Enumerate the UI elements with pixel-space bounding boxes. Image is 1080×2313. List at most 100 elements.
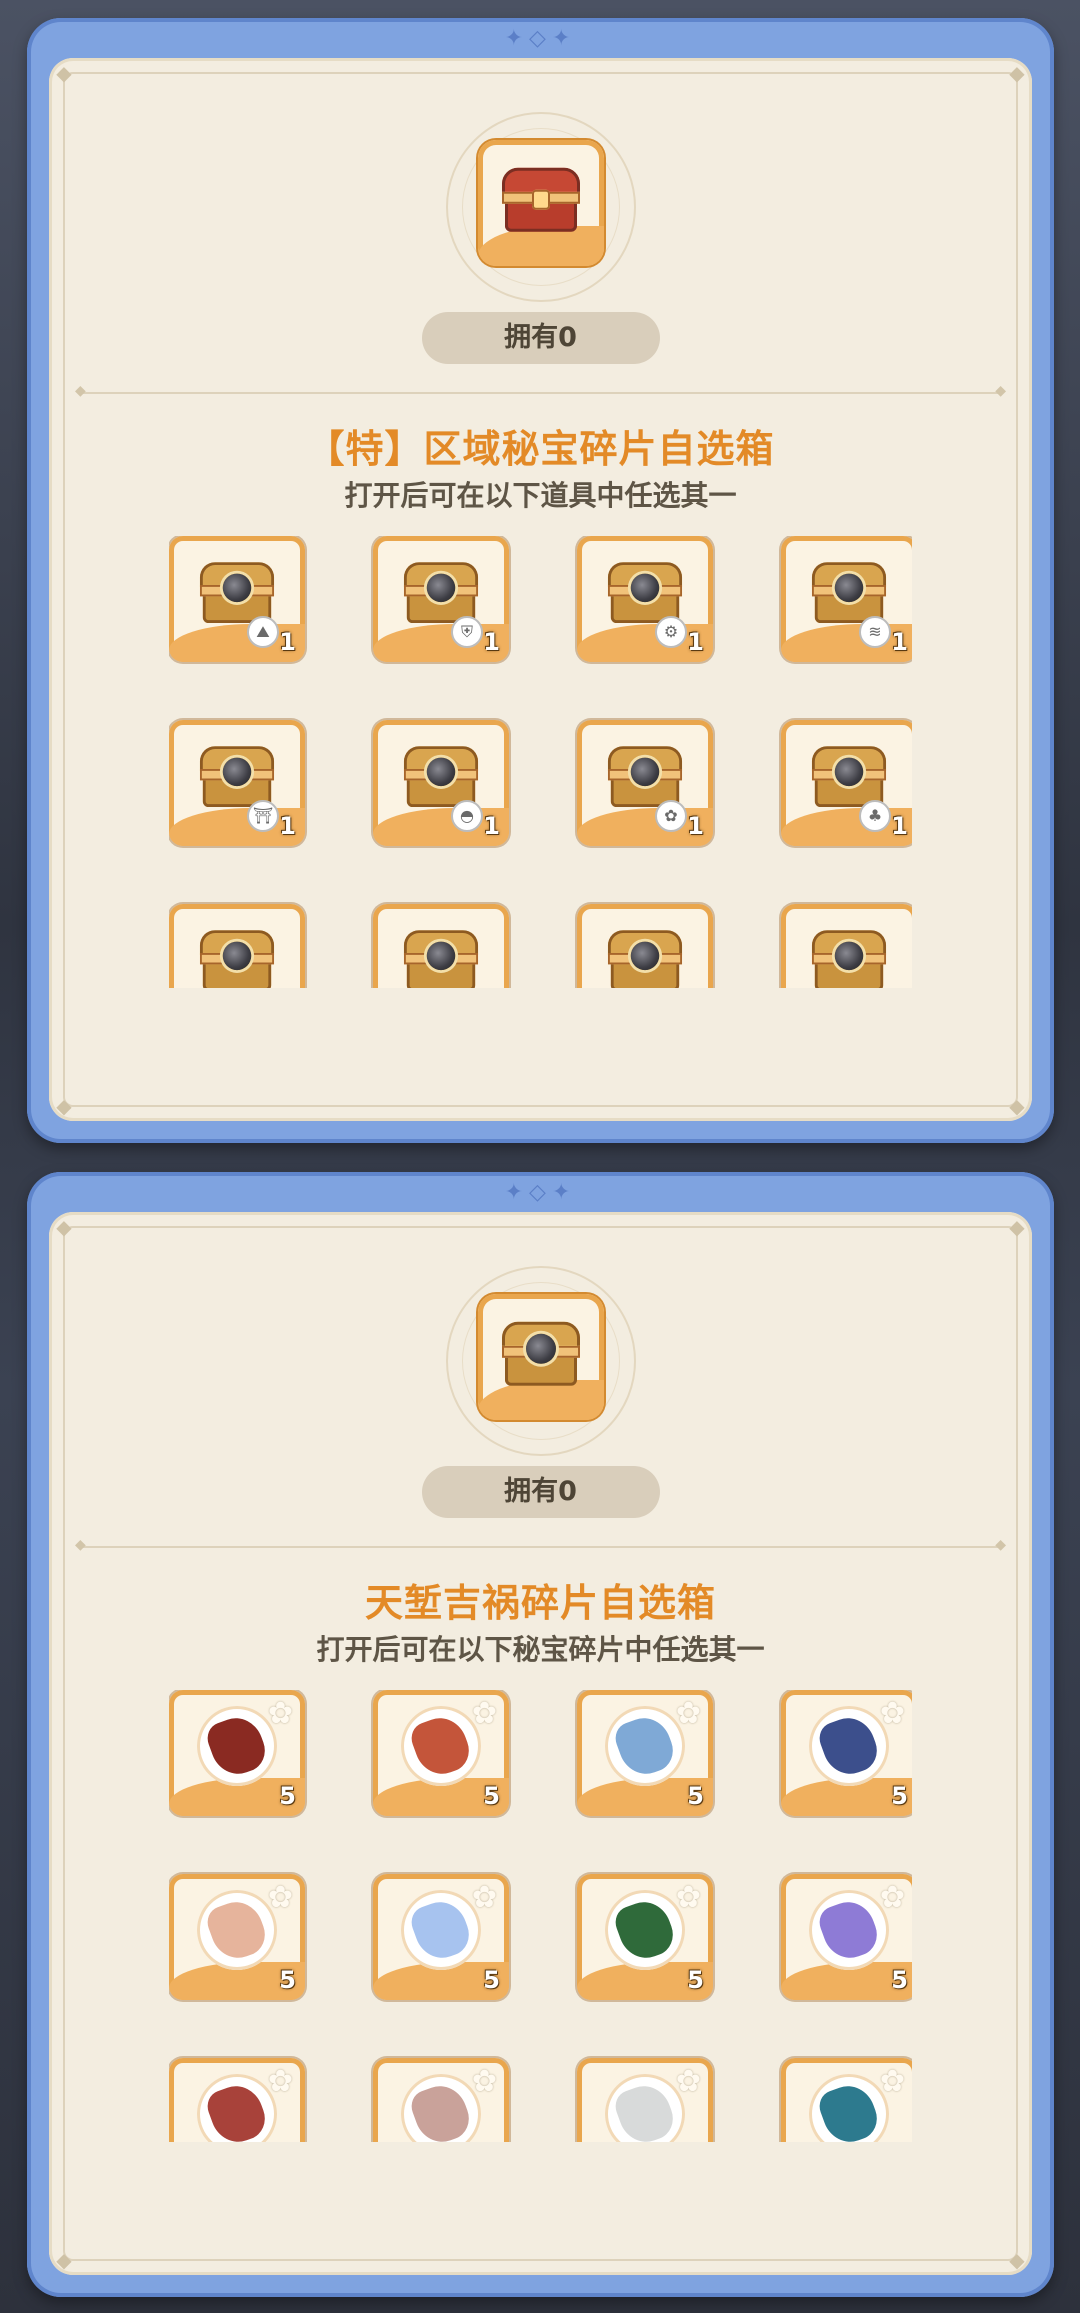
flower-corner-icon: ✿ (471, 1880, 497, 1915)
item-slot[interactable]: ✿ 1 (577, 720, 713, 846)
red-treasure-chest-icon (501, 167, 580, 232)
item-slot[interactable]: ✿ 5 (169, 1874, 305, 2000)
item-slot[interactable]: ✿ 5 (373, 1874, 509, 2000)
item-quantity: 1 (279, 812, 296, 840)
flower-corner-icon: ✿ (471, 1696, 497, 1731)
golden-chest-icon (199, 930, 275, 988)
flower-corner-icon: ✿ (879, 1880, 905, 1915)
panel-content: ◆ ◆ ◆ ◆ 拥有0 【特】区域秘宝碎片自选箱 打开后可在以下道具中任选其一 … (49, 58, 1032, 1121)
flower-corner-icon: ✿ (675, 2064, 701, 2099)
relic-fragment-icon (197, 2074, 277, 2142)
item-quantity: 5 (687, 1966, 704, 1994)
item-slot[interactable]: ✿ (781, 2058, 912, 2142)
golden-chest-icon (811, 562, 887, 623)
golden-chest-icon (607, 930, 683, 988)
item-slot[interactable]: ✿ 5 (781, 1874, 912, 2000)
relic-fragment-icon (605, 2074, 685, 2142)
item-slot[interactable]: ≋ 1 (781, 536, 912, 662)
flower-corner-icon: ✿ (267, 1880, 293, 1915)
gear-icon: ⚙ (655, 616, 687, 648)
item-quantity: 5 (483, 1966, 500, 1994)
item-slot[interactable]: ⛨ 1 (373, 536, 509, 662)
relic-fragment-icon (809, 1706, 889, 1786)
panel-content: ◆ ◆ ◆ ◆ 拥有0 天堑吉祸碎片自选箱 打开后可在以下秘宝碎片中任选其一 ✿… (49, 1212, 1032, 2275)
item-slot[interactable] (169, 904, 305, 988)
golden-chest-icon (199, 746, 275, 807)
item-slot[interactable]: ♣ 1 (781, 720, 912, 846)
item-quantity: 1 (891, 628, 908, 656)
relic-fragment-icon (197, 1706, 277, 1786)
item-quantity: 1 (483, 628, 500, 656)
item-slot[interactable]: ✿ 5 (169, 1690, 305, 1816)
item-slot[interactable]: ⚙ 1 (577, 536, 713, 662)
item-slot[interactable]: ✿ 5 (781, 1690, 912, 1816)
selectable-items-grid: ✿ 5 ✿ 5 ✿ 5 ✿ 5 ✿ 5 ✿ 5 ✿ 5 ✿ 5 ✿ ✿ ✿ ✿ (169, 1690, 912, 2142)
golden-chest-icon (403, 746, 479, 807)
relic-fragment-icon (197, 1890, 277, 1970)
golden-chest-icon (811, 930, 887, 988)
item-slot[interactable] (781, 904, 912, 988)
item-quantity: 5 (687, 1782, 704, 1810)
golden-chest-icon (403, 562, 479, 623)
corner-ornament: ◆ (56, 1215, 72, 1239)
relic-fragment-icon (809, 2074, 889, 2142)
item-slot[interactable] (373, 904, 509, 988)
item-slot[interactable]: ✿ 5 (577, 1874, 713, 2000)
divider (75, 383, 1006, 399)
item-slot[interactable]: ✿ (373, 2058, 509, 2142)
relic-fragment-icon (809, 1890, 889, 1970)
wave-icon: ≋ (859, 616, 891, 648)
corner-ornament: ◆ (1009, 61, 1025, 85)
item-quantity: 5 (891, 1782, 908, 1810)
hat-icon: ◓ (451, 800, 483, 832)
chest-detail-panel-1: ✦◇✦ ◆ ◆ ◆ ◆ 拥有0 【特】区域秘宝碎片自选箱 打开后可在以下道具中任… (27, 18, 1054, 1143)
divider (75, 1537, 1006, 1553)
item-slot[interactable]: ✿ (577, 2058, 713, 2142)
item-slot[interactable]: ✿ (169, 2058, 305, 2142)
corner-ornament: ◆ (56, 2248, 72, 2272)
golden-chest-icon (199, 562, 275, 623)
flower-corner-icon: ✿ (675, 1880, 701, 1915)
owned-count-pill: 拥有0 (421, 1466, 660, 1518)
flower-corner-icon: ✿ (267, 1696, 293, 1731)
item-slot[interactable]: ⛰ 1 (169, 536, 305, 662)
corner-ornament: ◆ (1009, 1094, 1025, 1118)
flower-corner-icon: ✿ (879, 1696, 905, 1731)
item-quantity: 1 (891, 812, 908, 840)
item-slot[interactable]: ✿ 5 (577, 1690, 713, 1816)
item-quantity: 1 (279, 628, 296, 656)
relic-fragment-icon (605, 1706, 685, 1786)
golden-chest-icon (607, 746, 683, 807)
gate-icon: ⛩ (247, 800, 279, 832)
item-quantity: 1 (687, 628, 704, 656)
panel-top-ornament: ✦◇✦ (504, 25, 577, 51)
corner-ornament: ◆ (1009, 1215, 1025, 1239)
item-slot[interactable]: ◓ 1 (373, 720, 509, 846)
item-title: 天堑吉祸碎片自选箱 (364, 1581, 716, 1625)
flower-corner-icon: ✿ (879, 2064, 905, 2099)
item-quantity: 5 (891, 1966, 908, 1994)
flower-corner-icon: ✿ (675, 1696, 701, 1731)
leaf-icon: ✿ (655, 800, 687, 832)
item-quantity: 1 (483, 812, 500, 840)
flower-corner-icon: ✿ (267, 2064, 293, 2099)
item-slot[interactable]: ⛩ 1 (169, 720, 305, 846)
owned-count-pill: 拥有0 (421, 312, 660, 364)
relic-fragment-icon (605, 1890, 685, 1970)
flower-corner-icon: ✿ (471, 2064, 497, 2099)
corner-ornament: ◆ (56, 61, 72, 85)
hero-item-tile[interactable] (477, 140, 604, 266)
chest-detail-panel-2: ✦◇✦ ◆ ◆ ◆ ◆ 拥有0 天堑吉祸碎片自选箱 打开后可在以下秘宝碎片中任选… (27, 1172, 1054, 2297)
item-quantity: 5 (279, 1966, 296, 1994)
item-slot[interactable]: ✿ 5 (373, 1690, 509, 1816)
item-quantity: 5 (279, 1782, 296, 1810)
item-quantity: 5 (483, 1782, 500, 1810)
shield-icon: ⛨ (451, 616, 483, 648)
item-slot[interactable] (577, 904, 713, 988)
hero-item-tile[interactable] (477, 1294, 604, 1420)
corner-ornament: ◆ (56, 1094, 72, 1118)
item-title: 【特】区域秘宝碎片自选箱 (306, 427, 775, 471)
relic-fragment-icon (401, 1890, 481, 1970)
golden-chest-icon (403, 930, 479, 988)
item-description: 打开后可在以下秘宝碎片中任选其一 (316, 1633, 765, 1666)
